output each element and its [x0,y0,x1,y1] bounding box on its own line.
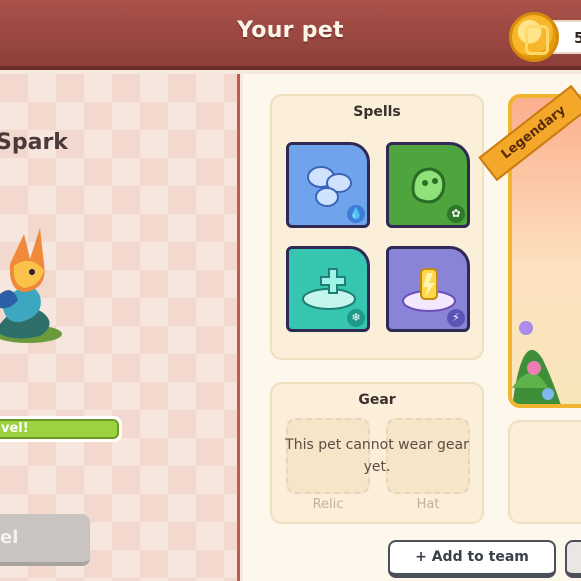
pet-stats-card [508,420,581,524]
spell-slot-ice[interactable]: ❄ [286,246,370,332]
pet-name: Spark [0,130,68,155]
spells-title: Spells [353,104,401,120]
flowers-decoration-icon [512,321,561,404]
pet-info-panel: Spark vel! el [0,74,240,581]
level-progress-bar: vel! [0,416,122,442]
spells-card: Spells 💧 ✿ ❄ ⚡ [270,94,484,360]
spell-slot-water[interactable]: 💧 [286,142,370,228]
gear-title: Gear [358,392,396,408]
pet-details-area: Spells 💧 ✿ ❄ ⚡ Gear This pet cannot wear… [243,74,581,581]
header-bar: Your pet [0,0,581,70]
hat-slot-label: Hat [416,497,440,512]
secondary-action-button[interactable] [565,540,581,578]
level-up-button[interactable]: el [0,514,90,566]
spell-slot-storm[interactable]: ⚡ [386,246,470,332]
coin-count: 5 [574,29,581,47]
storm-element-icon: ⚡ [447,309,465,327]
gear-unavailable-message: This pet cannot wear gear yet. [285,437,469,475]
spell-slot-earth[interactable]: ✿ [386,142,470,228]
dragon-pet-icon [0,228,62,343]
relic-slot-label: Relic [312,497,344,512]
page-title: Your pet [237,18,344,43]
gear-card: Gear This pet cannot wear gear yet. Reli… [270,382,484,524]
water-element-icon: 💧 [347,205,365,223]
add-to-team-button[interactable]: + Add to team [388,540,556,578]
ice-element-icon: ❄ [347,309,365,327]
level-up-text: vel! [0,419,119,439]
earth-element-icon: ✿ [447,205,465,223]
gold-coin-icon [509,12,559,62]
